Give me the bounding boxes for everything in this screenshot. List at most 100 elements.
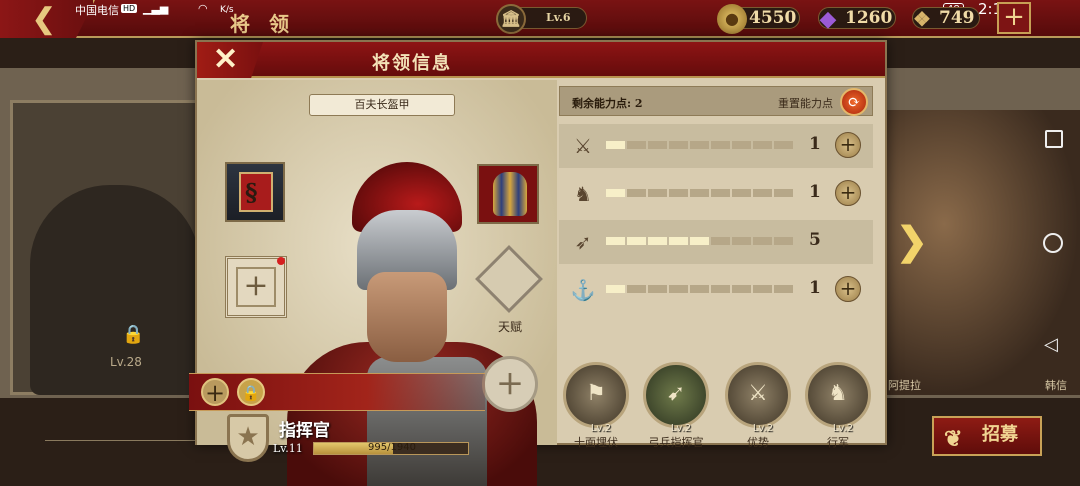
locked-slot-level: Lv.28	[110, 355, 142, 369]
hero-name-1: 阿提拉	[888, 379, 921, 392]
stat-row: ⚓ 1 +	[559, 268, 873, 312]
stat-segment	[606, 285, 625, 293]
stat-segment	[648, 141, 667, 149]
stat-segment	[648, 237, 667, 245]
skill-medal-icon[interactable]: ⚑ Lv.2	[563, 362, 629, 434]
skill-medal-icon[interactable]: ⚔ Lv.2	[725, 362, 791, 434]
skill-glyph-icon: ⚑	[586, 381, 606, 406]
skill-level: Lv.2	[832, 423, 854, 434]
city-level-value: Lv.6	[546, 11, 571, 24]
signal-icon: ▁▃▅	[143, 2, 169, 15]
food-counter[interactable]: ❖ 749	[912, 7, 980, 29]
next-hero-chevron-icon[interactable]: ❯	[896, 218, 928, 263]
stat-segment	[627, 237, 646, 245]
stat-segment	[732, 237, 751, 245]
talent-label: 天赋	[498, 320, 523, 334]
unlock-bar: + 🔒	[189, 373, 485, 411]
wifi-icon: ◠	[198, 2, 208, 15]
stat-segment	[774, 141, 793, 149]
chevron-left-icon: ❮	[32, 2, 56, 35]
skill-item[interactable]: ➹ Lv.2 弓兵指挥官	[641, 362, 711, 450]
gold-counter[interactable]: ● 4550	[717, 4, 800, 34]
stat-segment	[774, 237, 793, 245]
horse-icon: ♞	[574, 182, 592, 206]
skill-item[interactable]: ⚔ Lv.2 优势	[723, 362, 793, 450]
add-skill-slot-button[interactable]: +	[482, 356, 538, 412]
stat-segment	[648, 189, 667, 197]
hero-panel: 百夫长盔甲 § + 天赋 + + 🔒 ★ 指挥官 Lv.11 995/1940	[189, 80, 557, 486]
skill-glyph-icon: ♞	[828, 381, 848, 406]
gem-counter[interactable]: ◆ 1260	[818, 7, 896, 30]
skill-level: Lv.2	[752, 423, 774, 434]
reset-points-label: 重置能力点	[778, 97, 833, 110]
stat-segment	[690, 189, 709, 197]
stat-progress-track	[606, 237, 793, 245]
hero-name-2: 韩信	[1045, 379, 1067, 392]
hero-face	[367, 272, 447, 362]
skill-glyph-icon: ➹	[666, 381, 686, 406]
skill-item[interactable]: ♞ Lv.2 行军	[803, 362, 873, 450]
anchor-icon: ⚓	[570, 278, 596, 302]
stat-segment	[669, 141, 688, 149]
skill-medal-icon[interactable]: ➹ Lv.2	[643, 362, 709, 434]
skill-glyph-icon: ⚔	[748, 381, 768, 406]
stat-segment	[669, 285, 688, 293]
skill-item[interactable]: ⚑ Lv.2 十面埋伏	[561, 362, 631, 450]
skill-medal-icon[interactable]: ♞ Lv.2	[805, 362, 871, 434]
stat-segment	[690, 237, 709, 245]
add-icon: +	[236, 267, 276, 307]
stat-segment	[711, 141, 730, 149]
recruit-label: 招募	[982, 424, 1018, 445]
stats-panel: 剩余能力点: 2 重置能力点 ⟳ ⚔ 1 + ♞ 1 + ➶ 5 ⚓ 1 + ⚑ Lv.2 十面埋伏 ➹ L…	[557, 80, 885, 449]
recruit-button[interactable]: ❦ 招募	[932, 416, 1042, 456]
add-resources-button[interactable]: +	[997, 2, 1031, 34]
temple-icon: 🏛	[496, 4, 526, 34]
reset-points-button[interactable]: ⟳	[840, 88, 868, 116]
increase-stat-button[interactable]: +	[835, 180, 861, 206]
add-button[interactable]: +	[201, 378, 229, 406]
rank-level: Lv.11	[273, 442, 303, 455]
sword-icon: ⚔	[574, 134, 592, 158]
recent-apps-icon[interactable]	[1045, 130, 1063, 148]
pharaoh-equipment-slot[interactable]	[477, 164, 539, 224]
stat-segment	[648, 285, 667, 293]
xp-progress-bar: 995/1940	[313, 442, 469, 455]
back-icon[interactable]: ◁	[1044, 334, 1058, 355]
stat-segment	[711, 285, 730, 293]
stat-segment	[606, 189, 625, 197]
stat-segment	[753, 141, 772, 149]
skill-name: 十面埋伏	[574, 436, 618, 449]
bow-icon: ➶	[574, 230, 592, 254]
gem-icon: ◆	[819, 6, 837, 32]
armor-name-plate: 百夫长盔甲	[309, 94, 455, 116]
increase-stat-button[interactable]: +	[835, 276, 861, 302]
stat-segment	[669, 189, 688, 197]
xp-text: 995/1940	[368, 442, 416, 453]
coin-icon: ●	[717, 4, 747, 34]
serpent-icon: §	[245, 178, 258, 207]
stat-progress-track	[606, 285, 793, 293]
increase-stat-button[interactable]: +	[835, 132, 861, 158]
page-title: 将 领	[230, 12, 295, 36]
lock-icon: 🔒	[122, 324, 145, 345]
stat-value: 1	[809, 182, 821, 202]
stat-row: ⚔ 1 +	[559, 124, 873, 168]
gem-value: 1260	[845, 8, 893, 28]
skill-level: Lv.2	[590, 423, 612, 434]
padlock-icon[interactable]: 🔒	[237, 378, 265, 406]
laurel-icon: ❦	[944, 426, 963, 452]
remaining-points: 剩余能力点: 2	[572, 97, 643, 110]
city-level[interactable]: 🏛 Lv.6	[496, 4, 587, 34]
stat-segment	[669, 237, 688, 245]
stat-segment	[753, 189, 772, 197]
stat-segment	[711, 237, 730, 245]
empty-equipment-slot[interactable]: +	[225, 256, 287, 318]
home-icon[interactable]	[1043, 233, 1063, 253]
carrier-name: 中国电信	[75, 4, 119, 17]
divider	[45, 440, 195, 441]
skill-name: 行军	[827, 436, 849, 449]
banner-equipment-slot[interactable]: §	[225, 162, 285, 222]
stat-segment	[732, 141, 751, 149]
stat-segment	[690, 141, 709, 149]
skill-level: Lv.2	[670, 423, 692, 434]
